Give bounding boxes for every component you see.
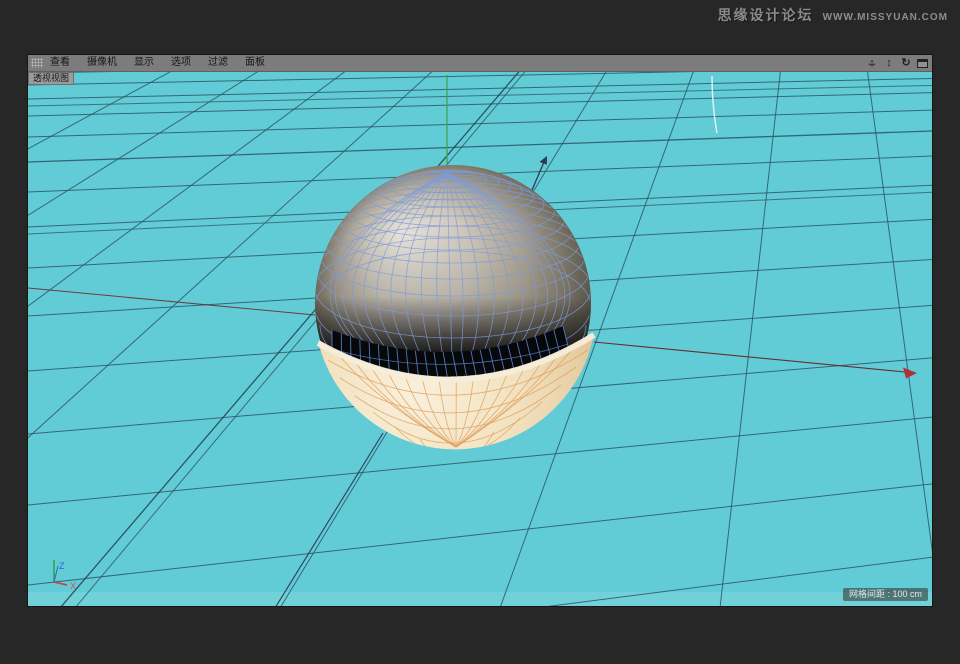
view-name-label[interactable]: 透视视图	[28, 72, 74, 85]
pan-icon[interactable]: ↔ ↕	[866, 57, 878, 69]
menu-panel[interactable]: 面板	[245, 55, 265, 71]
watermark-url: WWW.MISSYUAN.COM	[823, 12, 948, 23]
axis-z-label: Z	[59, 561, 65, 571]
world-axis-gizmo: Z X	[54, 560, 76, 591]
axis-x-label: X	[70, 581, 76, 591]
menu-camera[interactable]: 摄像机	[87, 55, 117, 71]
viewport-nav-icons: ↔ ↕ ↕ ↻	[866, 57, 928, 69]
zoom-icon[interactable]: ↕	[883, 57, 895, 69]
scene-canvas[interactable]: Z X	[28, 55, 932, 606]
watermark: 思缘设计论坛 WWW.MISSYUAN.COM	[718, 5, 948, 25]
menu-display[interactable]: 显示	[134, 55, 154, 71]
menu-view[interactable]: 查看	[50, 55, 70, 71]
c4d-window: 思缘设计论坛 WWW.MISSYUAN.COM	[0, 0, 960, 664]
watermark-brand: 思缘设计论坛	[718, 5, 814, 25]
menu-options[interactable]: 选项	[171, 55, 191, 71]
rotate-icon[interactable]: ↻	[900, 57, 912, 69]
drag-handle-icon[interactable]	[31, 58, 43, 68]
menu-filter[interactable]: 过滤	[208, 55, 228, 71]
perspective-viewport[interactable]: Z X 查看 摄像机 显示 选项 过滤 面板 ↔ ↕ ↕ ↻ 透视视图	[28, 55, 932, 606]
viewport-menubar: 查看 摄像机 显示 选项 过滤 面板 ↔ ↕ ↕ ↻	[28, 55, 932, 72]
grid-spacing-status: 网格间距 : 100 cm	[843, 588, 928, 601]
maximize-view-icon[interactable]	[917, 59, 928, 68]
